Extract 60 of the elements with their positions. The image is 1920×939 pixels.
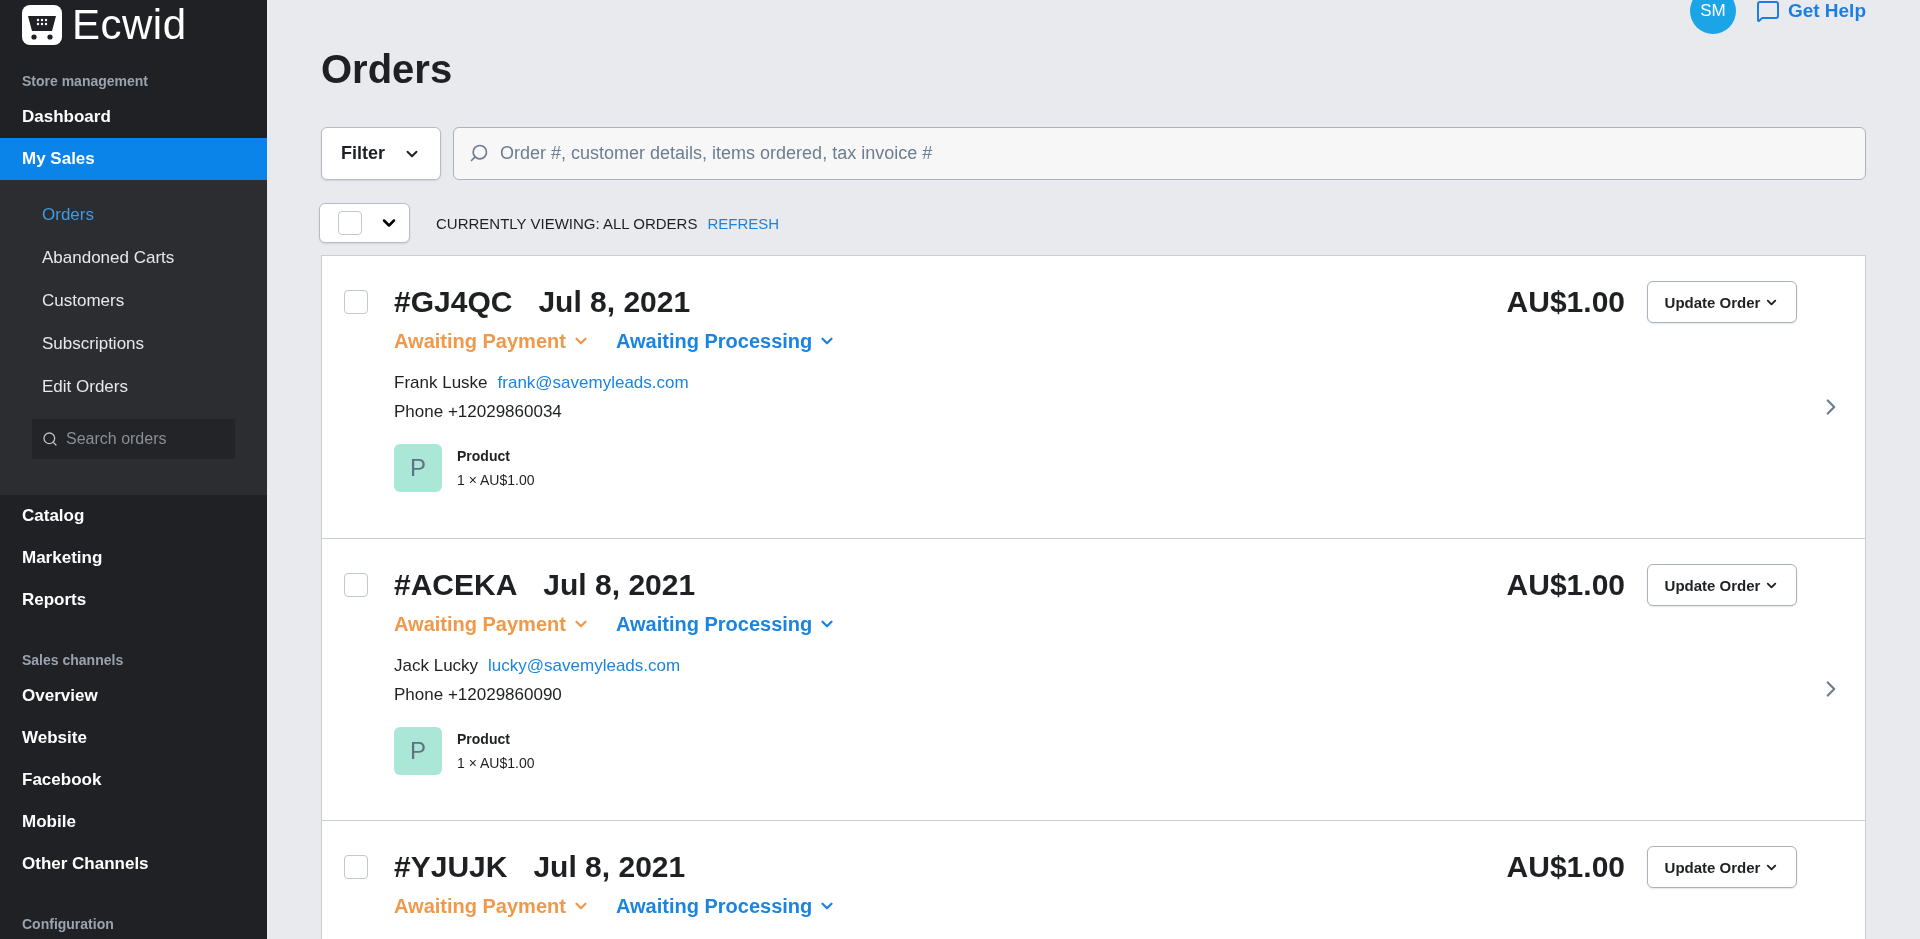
order-date: Jul 8, 2021 <box>533 850 687 884</box>
search-icon <box>469 143 489 163</box>
nav-item[interactable]: Website <box>0 716 267 759</box>
nav-item[interactable]: Marketing <box>0 536 267 579</box>
bulk-select-control[interactable] <box>319 203 410 243</box>
fulfillment-status[interactable]: Awaiting Processing <box>615 894 837 918</box>
brand-name: Ecwid <box>72 0 187 49</box>
order-number: #GJ4QC <box>394 285 513 319</box>
customer-phone: Phone +12029860034 <box>394 401 562 422</box>
nav-item[interactable]: Overview <box>0 674 267 717</box>
order-search-field[interactable]: Order #, customer details, items ordered, tax invoice # <box>453 127 1866 180</box>
nav-item[interactable]: My Sales <box>0 137 267 180</box>
order-total: AU$1.00 <box>1506 568 1625 602</box>
fulfillment-status[interactable]: Awaiting Processing <box>615 612 837 636</box>
update-order-button[interactable]: Update Order <box>1647 564 1797 606</box>
nav-item[interactable]: Reports <box>0 578 267 621</box>
nav-item[interactable]: Facebook <box>0 758 267 801</box>
submenu-item[interactable]: Abandoned Carts <box>0 236 267 280</box>
nav-item[interactable]: Mobile <box>0 800 267 843</box>
product-name: Product <box>457 448 511 464</box>
search-orders-field[interactable]: Search orders <box>32 418 235 459</box>
product-quantity: 1 × AU$1.00 <box>457 755 535 771</box>
submenu-item[interactable]: Customers <box>0 279 267 323</box>
order-number: #YJUJK <box>394 850 508 884</box>
fulfillment-status[interactable]: Awaiting Processing <box>615 329 837 353</box>
nav-item[interactable]: Dashboard <box>0 95 267 138</box>
order-date: Jul 8, 2021 <box>538 285 692 319</box>
order-checkbox[interactable] <box>344 290 368 314</box>
order-total: AU$1.00 <box>1506 850 1625 884</box>
submenu-item[interactable]: Subscriptions <box>0 322 267 366</box>
customer-email[interactable]: frank@savemyleads.com <box>497 372 689 393</box>
filter-button[interactable]: Filter <box>321 127 441 180</box>
nav-item[interactable]: Catalog <box>0 494 267 537</box>
cart-logo-icon <box>22 4 62 45</box>
order-number: #ACEKA <box>394 568 518 602</box>
product-thumbnail: P <box>394 444 442 492</box>
product-name: Product <box>457 731 511 747</box>
order-checkbox[interactable] <box>344 573 368 597</box>
section-heading: Configuration <box>21 915 115 934</box>
section-heading: Sales channels <box>21 650 125 670</box>
page-title: Orders <box>321 46 454 93</box>
customer-email[interactable]: lucky@savemyleads.com <box>488 655 681 676</box>
product-quantity: 1 × AU$1.00 <box>457 472 535 488</box>
order-date: Jul 8, 2021 <box>543 568 697 602</box>
submenu-item[interactable]: Orders <box>0 193 267 237</box>
order-total: AU$1.00 <box>1506 285 1625 319</box>
search-icon <box>42 430 58 447</box>
nav-item[interactable]: Other Channels <box>0 842 267 885</box>
update-order-button[interactable]: Update Order <box>1647 281 1797 323</box>
viewing-label: CURRENTLY VIEWING: ALL ORDERS <box>436 214 698 232</box>
select-all-checkbox[interactable] <box>338 211 362 235</box>
submenu-item[interactable]: Edit Orders <box>0 365 267 409</box>
order-checkbox[interactable] <box>344 855 368 879</box>
update-order-button[interactable]: Update Order <box>1647 846 1797 888</box>
chat-icon <box>1755 0 1780 23</box>
section-heading: Store management <box>21 71 150 91</box>
customer-phone: Phone +12029860090 <box>394 684 562 705</box>
product-thumbnail: P <box>394 727 442 775</box>
customer-name: Frank Luske <box>394 372 488 393</box>
customer-name: Jack Lucky <box>394 655 479 676</box>
